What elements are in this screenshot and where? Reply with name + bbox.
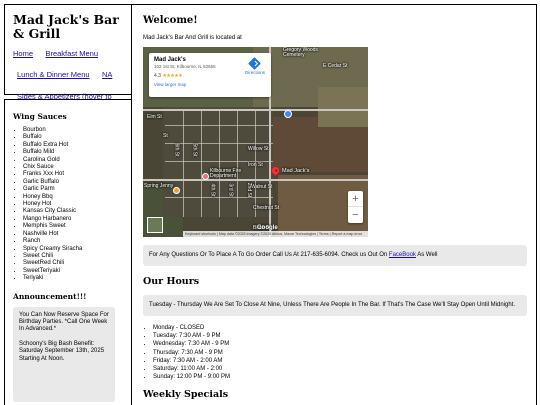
announcement-text: You Can Now Reserve Space For Birthday P… bbox=[19, 311, 109, 333]
hours-item: Sunday: 12:00 PM - 9:00 PM bbox=[153, 373, 525, 381]
wing-sauce-item: Teriyaki bbox=[23, 275, 123, 282]
announcement-card: You Can Now Reserve Space For Birthday P… bbox=[13, 306, 115, 402]
hours-item: Monday - CLOSED bbox=[153, 324, 525, 332]
wing-sauce-item: Honey Bbq bbox=[23, 194, 123, 201]
map-layer-toggle[interactable] bbox=[147, 217, 163, 233]
hours-item: Saturday: 11:00 AM - 2:00 bbox=[153, 365, 525, 373]
embedded-map[interactable]: Elm St Kilbourne Fire Department Walnut … bbox=[143, 47, 368, 237]
map-street-label: St bbox=[163, 133, 168, 139]
map-street-label: Iron St bbox=[248, 162, 263, 168]
wing-sauce-item: Honey Hot bbox=[23, 201, 123, 208]
map-street-label: Spring Jenny bbox=[144, 183, 174, 189]
wing-sauce-item: SweetTeriyaki bbox=[23, 268, 123, 275]
wing-sauce-item: Ranch bbox=[23, 238, 123, 245]
map-pin-label: Mad Jack's bbox=[282, 168, 310, 174]
fire-station-icon[interactable] bbox=[202, 173, 209, 180]
hours-list: Monday - CLOSEDTuesday: 7:30 AM - 9 PMWe… bbox=[153, 324, 525, 381]
map-street-label: Chestnut St bbox=[253, 205, 280, 211]
announcement-text: Schoony's Big Bash Benefit: Saturday Sep… bbox=[19, 340, 105, 362]
map-street-label: Gregory Woods Cemetery bbox=[283, 47, 318, 58]
nav-row: Lunch & Dinner Menu NA bbox=[13, 64, 123, 82]
order-info-card: For Any Questions Or To Place A To Go Or… bbox=[143, 245, 527, 266]
gas-station-icon[interactable] bbox=[173, 187, 180, 194]
wing-sauce-item: Nashville Hot bbox=[23, 231, 123, 238]
place-marker-icon[interactable] bbox=[284, 110, 292, 118]
zoom-control: + − bbox=[348, 191, 363, 223]
hours-item: Friday: 7:30 AM - 2:00 AM bbox=[153, 357, 525, 365]
facebook-link[interactable]: FaceBook bbox=[389, 252, 416, 258]
map-street-label: E Cedar St bbox=[323, 63, 348, 69]
directions-icon bbox=[248, 57, 262, 70]
wing-sauce-item: Garlic Parm bbox=[23, 186, 123, 193]
wing-sauce-item: Garlic Buffalo bbox=[23, 179, 123, 186]
map-field bbox=[318, 87, 368, 127]
welcome-heading: Welcome! bbox=[143, 15, 198, 26]
nav-breakfast-menu-link[interactable]: Breakfast Menu bbox=[45, 49, 98, 58]
wing-sauce-item: Buffalo Mild bbox=[23, 149, 123, 156]
wing-sauce-item: Memphis Sweet bbox=[23, 223, 123, 230]
map-attribution[interactable]: Keyboard shortcuts | Map data ©2025 Imag… bbox=[183, 231, 368, 237]
zoom-in-button[interactable]: + bbox=[348, 191, 363, 207]
map-street-label: 2nd St bbox=[246, 182, 253, 198]
nav-home-link[interactable]: Home bbox=[13, 49, 33, 58]
hours-item: Thursday: 7:30 AM - 9 PM bbox=[153, 349, 525, 357]
nav-row: Home Breakfast Menu bbox=[13, 43, 123, 61]
wing-sauce-item: Carolina Gold bbox=[23, 157, 123, 164]
hours-heading: Our Hours bbox=[143, 276, 200, 287]
view-larger-map-link[interactable]: View larger map bbox=[154, 82, 266, 87]
map-street-label: 4th St bbox=[209, 183, 216, 197]
hours-item: Wednesday: 7:30 AM - 9 PM bbox=[153, 340, 525, 348]
directions-button[interactable]: Directions bbox=[244, 57, 265, 75]
wing-sauce-item: Chix Sauce bbox=[23, 164, 123, 171]
star-rating-icon: ★★★★★ bbox=[162, 73, 183, 79]
wing-sauce-item: Buffalo bbox=[23, 134, 123, 141]
main-content: Welcome! Mad Jack's Bar And Grill is loc… bbox=[131, 4, 537, 405]
map-road bbox=[143, 179, 368, 181]
wing-sauce-item: Buffalo Extra Hot bbox=[23, 142, 123, 149]
map-street bbox=[183, 109, 184, 217]
wing-sauce-item: Mango Harbanero bbox=[23, 216, 123, 223]
site-title: Mad Jack's Bar & Grill bbox=[13, 12, 119, 41]
weekly-specials-heading: Weekly Specials bbox=[143, 389, 229, 401]
map-street-label: 6th St bbox=[173, 143, 180, 157]
wing-sauce-item: Sweet Chili bbox=[23, 253, 123, 260]
nav-lunch-dinner-menu-link[interactable]: Lunch & Dinner Menu bbox=[17, 70, 90, 79]
wing-sauce-item: Franks Xxx Hot bbox=[23, 171, 123, 178]
zoom-out-button[interactable]: − bbox=[348, 207, 363, 223]
map-street-label: 3rd St bbox=[227, 183, 234, 197]
wing-sauce-item: Bourbon bbox=[23, 127, 123, 134]
hours-item: Tuesday: 7:30 AM - 9 PM bbox=[153, 332, 525, 340]
map-rating-value: 4.3 bbox=[154, 73, 161, 79]
announcement-heading: Announcement!!! bbox=[13, 291, 87, 301]
map-street-label: Willow St bbox=[248, 146, 269, 152]
wing-sauces-heading: Wing Sauces bbox=[13, 112, 67, 121]
hours-notice-card: Tuesday - Thursday We Are Set To Close A… bbox=[143, 295, 527, 316]
map-info-card: Mad Jack's 102 1st St, Kilbourne, IL 626… bbox=[149, 53, 271, 97]
map-street-label: 5th St bbox=[191, 143, 198, 157]
map-road bbox=[143, 109, 368, 111]
nav-na-link[interactable]: NA bbox=[102, 70, 112, 79]
map-street bbox=[237, 109, 238, 217]
wing-sauce-item: Spicy Creamy Siracha bbox=[23, 246, 123, 253]
map-street bbox=[219, 109, 220, 217]
order-info-text: For Any Questions Or To Place A To Go Or… bbox=[149, 252, 389, 258]
sidebar: Wing Sauces BourbonBuffaloBuffalo Extra … bbox=[4, 99, 132, 405]
map-street bbox=[201, 109, 202, 217]
map-street-label: Elm St bbox=[147, 114, 162, 120]
directions-label: Directions bbox=[244, 70, 265, 75]
order-info-text: As Well bbox=[415, 252, 438, 258]
map-street-label: Kilbourne Fire Department bbox=[210, 168, 242, 179]
wing-sauce-item: SweetRed Chili bbox=[23, 260, 123, 267]
location-text: Mad Jack's Bar And Grill is located at bbox=[143, 35, 242, 41]
wing-sauce-item: Kansas City Classic bbox=[23, 208, 123, 215]
header-nav-box: Mad Jack's Bar & Grill Home Breakfast Me… bbox=[4, 4, 132, 119]
map-street-label: Walnut St bbox=[251, 184, 273, 190]
hours-notice-text: Tuesday - Thursday We Are Set To Close A… bbox=[149, 302, 516, 308]
wing-sauce-list: BourbonBuffaloBuffalo Extra HotBuffalo M… bbox=[23, 127, 123, 283]
